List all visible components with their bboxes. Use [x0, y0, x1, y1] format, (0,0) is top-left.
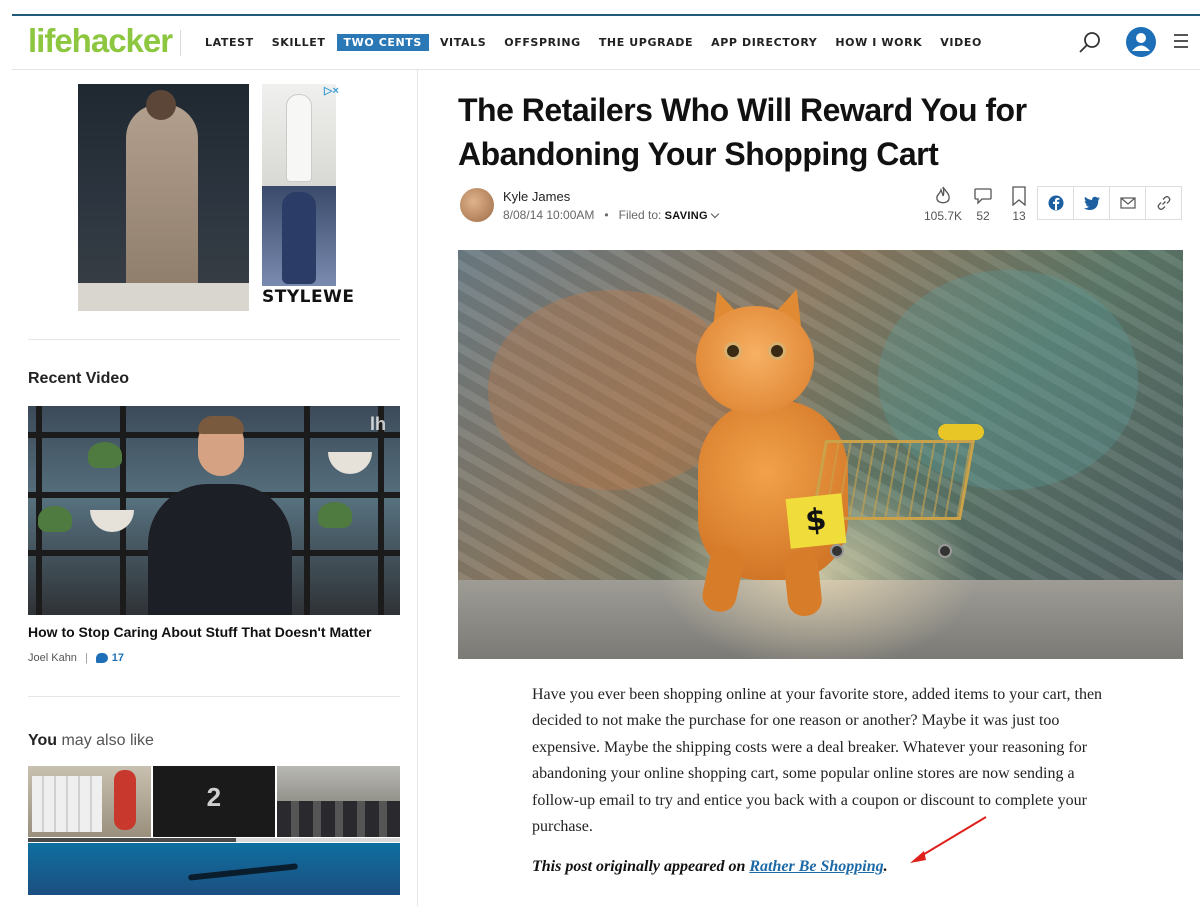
ad-floor	[78, 283, 249, 311]
ad-dress-figure	[126, 104, 198, 304]
also-like-tile-dark[interactable]: 2	[152, 766, 276, 837]
main-nav: LATEST SKILLET TWO CENTS VITALS OFFSPRIN…	[198, 34, 993, 51]
article-credit: This post originally appeared on Rather …	[532, 858, 888, 876]
logo-divider	[180, 30, 181, 56]
sidebar: STYLEWE ▷× Recent Video lh How to Stop C…	[12, 70, 418, 906]
also-like-tile-crowd[interactable]	[277, 766, 401, 837]
bookmarks-count[interactable]: 13	[1012, 209, 1025, 223]
nav-item-offspring[interactable]: OFFSPRING	[497, 34, 588, 51]
meta-separator: |	[84, 652, 88, 664]
ad-choices-icon[interactable]: ▷×	[324, 84, 339, 97]
share-buttons	[1037, 186, 1182, 220]
share-facebook-button[interactable]	[1037, 186, 1074, 220]
twitter-icon	[1083, 196, 1100, 210]
recent-video-comments[interactable]: 17	[112, 652, 124, 664]
author-name[interactable]: Kyle James	[503, 189, 570, 204]
share-link-button[interactable]	[1145, 186, 1182, 220]
nav-item-how-i-work[interactable]: HOW I WORK	[828, 34, 929, 51]
comments-stat[interactable]: 52	[973, 186, 993, 223]
comment-bubble-icon	[95, 653, 108, 663]
also-like-heading: You may also like	[28, 732, 154, 750]
ad-thumb-blue-dress[interactable]	[262, 186, 336, 286]
search-icon[interactable]	[1078, 30, 1102, 54]
recent-video-heading: Recent Video	[28, 370, 130, 387]
nav-item-skillet[interactable]: SKILLET	[265, 34, 333, 51]
bookmarks-stat[interactable]: 13	[1011, 186, 1027, 223]
tile-number: 2	[206, 782, 222, 812]
recent-video-author[interactable]: Joel Kahn	[28, 652, 77, 664]
annotation-arrow-icon	[910, 816, 987, 863]
hero-image: $	[458, 250, 1183, 659]
nav-item-the-upgrade[interactable]: THE UPGRADE	[592, 34, 700, 51]
user-icon[interactable]	[1126, 27, 1156, 57]
sidebar-divider	[28, 696, 400, 697]
also-like-heading-bold: You	[28, 732, 58, 749]
nav-item-vitals[interactable]: VITALS	[433, 34, 493, 51]
share-email-button[interactable]	[1109, 186, 1146, 220]
shopping-cart: $	[785, 424, 984, 560]
credit-suffix: .	[883, 858, 888, 875]
email-icon	[1119, 197, 1136, 209]
post-date[interactable]: 8/08/14 10:00AM	[503, 208, 594, 222]
article-body-paragraph: Have you ever been shopping online at yo…	[532, 686, 1103, 836]
recent-video-thumbnail[interactable]: lh	[28, 406, 400, 615]
filed-label: Filed to:	[618, 208, 662, 222]
category-link[interactable]: SAVING	[665, 210, 708, 222]
comments-count[interactable]: 52	[976, 209, 989, 223]
chevron-down-icon[interactable]	[710, 209, 720, 219]
views-count: 105.7K	[924, 209, 963, 223]
nav-item-video[interactable]: VIDEO	[933, 34, 989, 51]
video-channel-logo: lh	[370, 414, 386, 434]
nav-item-two-cents[interactable]: TWO CENTS	[336, 34, 429, 51]
dollar-tag: $	[785, 493, 847, 549]
site-logo[interactable]: lifehacker	[28, 22, 173, 60]
also-like-tile-ocean[interactable]	[28, 843, 400, 895]
article-headline: The Retailers Who Will Reward You for Ab…	[458, 92, 1027, 172]
share-twitter-button[interactable]	[1073, 186, 1110, 220]
also-like-tiles: 2	[28, 766, 401, 837]
comment-icon	[974, 188, 992, 205]
ad-image-main[interactable]	[78, 84, 249, 311]
credit-source-link[interactable]: Rather Be Shopping	[749, 858, 883, 875]
recent-video-title[interactable]: How to Stop Caring About Stuff That Does…	[28, 624, 371, 640]
presenter	[148, 484, 292, 615]
bookmark-icon	[1012, 186, 1026, 206]
facebook-icon	[1048, 195, 1063, 211]
article: The Retailers Who Will Reward You for Ab…	[458, 70, 1188, 906]
post-meta: 8/08/14 10:00AM • Filed to: SAVING	[503, 208, 720, 222]
also-like-tile-grocery[interactable]	[28, 766, 151, 837]
credit-prefix: This post originally appeared on	[532, 858, 750, 875]
site-header: lifehacker LATEST SKILLET TWO CENTS VITA…	[12, 16, 1200, 70]
sidebar-ad[interactable]: STYLEWE ▷×	[78, 84, 354, 311]
ad-model-head	[146, 90, 176, 120]
nav-item-latest[interactable]: LATEST	[198, 34, 261, 51]
article-byline: Kyle James 8/08/14 10:00AM • Filed to: S…	[458, 186, 1188, 226]
link-icon	[1157, 196, 1170, 210]
also-like-heading-light: may also like	[57, 732, 154, 749]
flame-icon	[936, 186, 950, 204]
views-stat: 105.7K	[924, 186, 962, 223]
carousel-progress	[28, 838, 400, 842]
menu-icon[interactable]	[1174, 34, 1188, 48]
ad-brand[interactable]: STYLEWE	[262, 287, 354, 307]
recent-video-meta: Joel Kahn | 17	[28, 652, 124, 664]
author-avatar[interactable]	[460, 188, 494, 222]
ad-thumb-white-dress[interactable]	[262, 84, 336, 186]
sidebar-divider	[28, 339, 400, 340]
nav-item-app-directory[interactable]: APP DIRECTORY	[704, 34, 824, 51]
